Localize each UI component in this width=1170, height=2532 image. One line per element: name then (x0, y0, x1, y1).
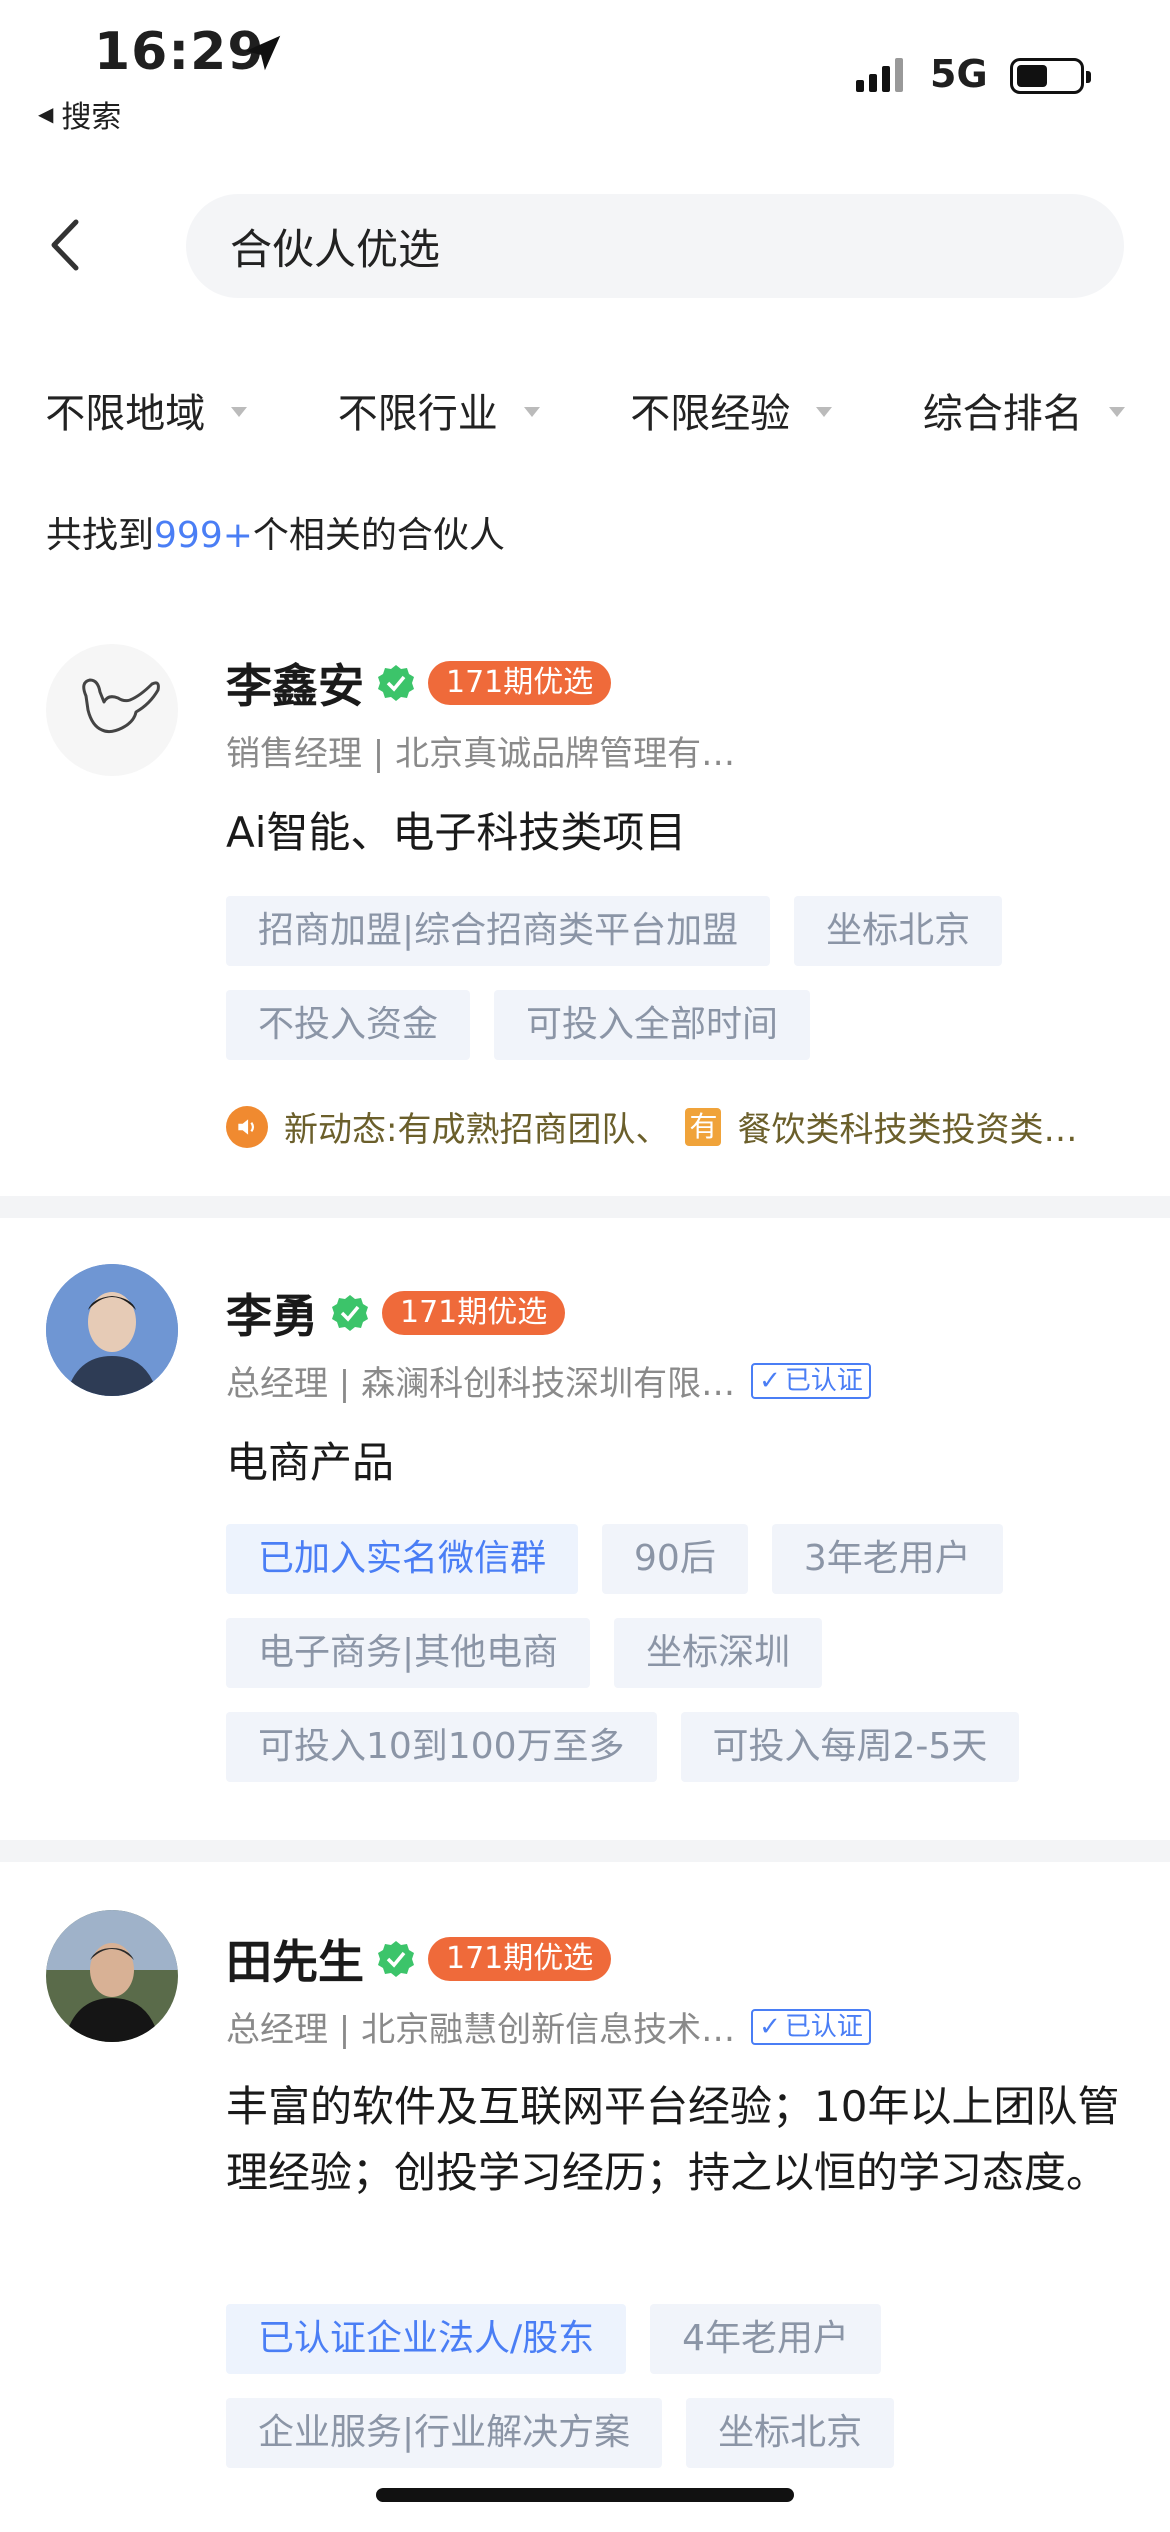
search-input[interactable]: 合伙人优选 (186, 194, 1124, 298)
location-arrow-icon (245, 35, 281, 71)
tag: 电子商务|其他电商 (226, 1618, 591, 1688)
tag: 坐标北京 (686, 2398, 895, 2468)
result-suffix: 个相关的合伙人 (252, 515, 505, 556)
news-text-2: 餐饮类科技类投资类… (737, 1110, 1078, 1150)
filter-bar: 不限地域 不限行业 不限经验 综合排名 (0, 370, 1170, 450)
filter-label: 不限经验 (630, 391, 791, 437)
partner-description: Ai智能、电子科技类项目 (226, 808, 687, 857)
partner-name: 李勇 (226, 1289, 318, 1343)
caret-down-icon (523, 407, 540, 417)
filter-label: 综合排名 (922, 391, 1083, 437)
search-query: 合伙人优选 (230, 224, 441, 274)
status-time: 16:29 (94, 22, 265, 82)
job-title-text: 销售经理 | 北京真诚品牌管理有… (226, 734, 736, 774)
tag: 不投入资金 (226, 990, 471, 1060)
filter-label: 不限地域 (45, 391, 206, 437)
back-app-label: 搜索 (61, 100, 122, 135)
signal-icon (856, 58, 903, 92)
selection-badge: 171期优选 (428, 661, 612, 705)
battery-icon (1010, 58, 1091, 94)
tag: 招商加盟|综合招商类平台加盟 (226, 896, 771, 966)
partner-card[interactable]: 田先生 171期优选 总经理 | 北京融慧创新信息技术… ✓ 已认证 丰富的软件及… (0, 1906, 1170, 2468)
result-prefix: 共找到 (46, 515, 155, 556)
name-row: 李鑫安 171期优选 (226, 650, 612, 716)
tag: 可投入10到100万至多 (226, 1712, 657, 1782)
filter-region[interactable]: 不限地域 (0, 370, 293, 450)
job-title: 销售经理 | 北京真诚品牌管理有… (226, 726, 735, 775)
speaker-icon (226, 1105, 268, 1148)
check-icon: ✓ (759, 2011, 781, 2042)
tag: 坐标深圳 (614, 1618, 823, 1688)
partner-name: 田先生 (226, 1935, 364, 1989)
result-number: 999+ (154, 515, 253, 556)
verified-icon (332, 1295, 368, 1331)
tag: 3年老用户 (771, 1524, 1003, 1594)
tag: 坐标北京 (794, 896, 1003, 966)
partner-card[interactable]: 李鑫安 171期优选 销售经理 | 北京真诚品牌管理有… Ai智能、电子科技类项… (0, 630, 1170, 1190)
you-icon: 有 (685, 1107, 722, 1146)
name-row: 李勇 171期优选 (226, 1280, 566, 1346)
card-divider (0, 1840, 1170, 1862)
news-text-1: 新动态:有成熟招商团队、 (284, 1110, 670, 1150)
person-photo (46, 1264, 178, 1396)
certified-label: 已认证 (784, 2011, 863, 2042)
job-title: 总经理 | 北京融慧创新信息技术… ✓ 已认证 (226, 2002, 871, 2051)
selection-badge: 171期优选 (428, 1937, 612, 1981)
check-icon: ✓ (759, 1365, 781, 1396)
filter-industry[interactable]: 不限行业 (293, 370, 586, 450)
card-divider (0, 1196, 1170, 1218)
name-row: 田先生 171期优选 (226, 1926, 612, 1992)
avatar[interactable] (46, 644, 178, 776)
tag: 企业服务|行业解决方案 (226, 2398, 663, 2468)
shaka-hand-icon (82, 678, 160, 734)
tag-list: 招商加盟|综合招商类平台加盟 坐标北京 不投入资金 可投入全部时间 (226, 896, 1126, 1060)
partner-description: 丰富的软件及互联网平台经验；10年以上团队管理经验；创投学习经历；持之以恒的学习… (226, 2082, 1120, 2197)
partner-card[interactable]: 李勇 171期优选 总经理 | 森澜科创科技深圳有限… ✓ 已认证 电商产品 已加… (0, 1260, 1170, 1820)
filter-sort[interactable]: 综合排名 (878, 370, 1170, 450)
partner-description: 电商产品 (226, 1438, 395, 1487)
tag-list: 已认证企业法人/股东 4年老用户 企业服务|行业解决方案 坐标北京 (226, 2304, 1126, 2468)
tag: 可投入全部时间 (494, 990, 811, 1060)
news-feed-line[interactable]: 新动态:有成熟招商团队、有餐饮类科技类投资类… (226, 1102, 1126, 1151)
filter-experience[interactable]: 不限经验 (585, 370, 878, 450)
selection-badge: 171期优选 (382, 1291, 566, 1335)
network-label: 5G (930, 52, 988, 96)
verified-icon (378, 1941, 414, 1977)
caret-down-icon (231, 407, 248, 417)
certified-label: 已认证 (784, 1365, 863, 1396)
person-photo (46, 1910, 178, 2042)
avatar[interactable] (46, 1910, 178, 2042)
back-to-app-link[interactable]: ◀ 搜索 (38, 92, 121, 136)
tag: 可投入每周2-5天 (680, 1712, 1020, 1782)
avatar[interactable] (46, 1264, 178, 1396)
job-title: 总经理 | 森澜科创科技深圳有限… ✓ 已认证 (226, 1356, 871, 1405)
job-title-text: 总经理 | 北京融慧创新信息技术… (226, 2010, 736, 2050)
status-bar: 16:29 ◀ 搜索 5G (0, 0, 1170, 140)
tag: 已加入实名微信群 (226, 1524, 579, 1594)
caret-down-icon (1108, 407, 1125, 417)
certified-badge: ✓ 已认证 (751, 1362, 871, 1399)
caret-down-icon (816, 407, 833, 417)
back-triangle-icon: ◀ (38, 102, 54, 126)
partner-name: 李鑫安 (226, 659, 364, 713)
home-indicator[interactable] (376, 2488, 794, 2502)
result-count: 共找到999+个相关的合伙人 (46, 506, 505, 558)
tag: 90后 (602, 1524, 748, 1594)
tag: 已认证企业法人/股东 (226, 2304, 627, 2374)
tag-list: 已加入实名微信群 90后 3年老用户 电子商务|其他电商 坐标深圳 可投入10到… (226, 1524, 1126, 1782)
verified-icon (378, 665, 414, 701)
filter-label: 不限行业 (337, 391, 498, 437)
tag: 4年老用户 (650, 2304, 882, 2374)
certified-badge: ✓ 已认证 (751, 2008, 871, 2045)
job-title-text: 总经理 | 森澜科创科技深圳有限… (226, 1364, 736, 1404)
back-chevron-icon[interactable] (44, 210, 88, 280)
